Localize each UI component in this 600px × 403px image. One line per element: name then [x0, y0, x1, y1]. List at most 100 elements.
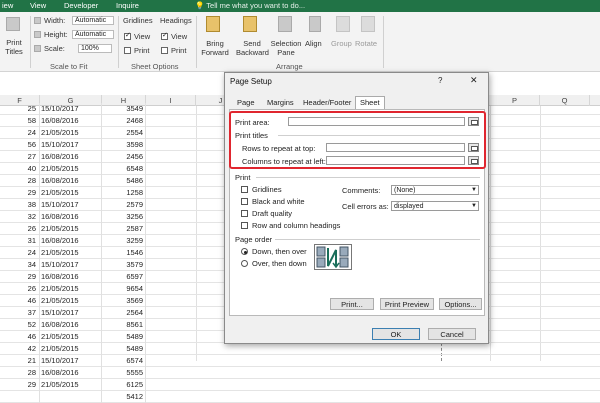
table-cell[interactable]: 6125 [102, 379, 146, 391]
table-cell[interactable]: 5489 [102, 343, 146, 355]
table-cell[interactable]: 5412 [102, 391, 146, 403]
tab-page[interactable]: Page [233, 97, 259, 108]
table-cell[interactable]: 16/08/2016 [40, 271, 102, 283]
table-cell[interactable]: 52 [0, 319, 40, 331]
over-then-down-radio[interactable] [241, 260, 248, 267]
table-cell[interactable]: 8561 [102, 319, 146, 331]
down-then-over-radio[interactable] [241, 248, 248, 255]
send-backward-button[interactable]: Send Backward [236, 39, 269, 57]
table-cell[interactable]: 26 [0, 223, 40, 235]
table-cell[interactable]: 21/05/2015 [40, 295, 102, 307]
table-cell[interactable]: 5489 [102, 331, 146, 343]
table-cell[interactable]: 2456 [102, 151, 146, 163]
table-cell[interactable]: 29 [0, 187, 40, 199]
table-cell[interactable]: 31 [0, 235, 40, 247]
tell-me-box[interactable]: 💡 Tell me what you want to do... [195, 1, 305, 10]
table-cell[interactable]: 26 [0, 283, 40, 295]
table-cell[interactable]: 46 [0, 331, 40, 343]
table-cell[interactable]: 3579 [102, 259, 146, 271]
table-cell[interactable]: 15/10/2017 [40, 355, 102, 367]
table-cell[interactable]: 9654 [102, 283, 146, 295]
table-cell[interactable]: 29 [0, 271, 40, 283]
print-titles-button[interactable]: Print Titles [2, 38, 26, 56]
gridlines-view-checkbox[interactable] [124, 31, 131, 40]
table-cell[interactable]: 15/10/2017 [40, 199, 102, 211]
table-cell[interactable]: 2554 [102, 127, 146, 139]
row-col-headings-checkbox[interactable] [241, 222, 248, 229]
cancel-button[interactable]: Cancel [428, 328, 476, 340]
table-cell[interactable]: 38 [0, 199, 40, 211]
table-cell[interactable]: 21/05/2015 [40, 283, 102, 295]
table-cell[interactable]: 3569 [102, 295, 146, 307]
align-button[interactable]: Align [305, 39, 322, 48]
table-cell[interactable] [0, 391, 40, 403]
table-cell[interactable]: 56 [0, 139, 40, 151]
table-cell[interactable]: 58 [0, 115, 40, 127]
table-cell[interactable]: 40 [0, 163, 40, 175]
table-cell[interactable]: 42 [0, 343, 40, 355]
table-cell[interactable]: 37 [0, 307, 40, 319]
close-button[interactable]: ✕ [470, 75, 478, 86]
table-cell[interactable] [40, 391, 102, 403]
table-cell[interactable]: 6597 [102, 271, 146, 283]
table-cell[interactable]: 32 [0, 211, 40, 223]
table-cell[interactable]: 21/05/2015 [40, 343, 102, 355]
table-cell[interactable]: 1258 [102, 187, 146, 199]
table-cell[interactable]: 28 [0, 367, 40, 379]
table-cell[interactable]: 27 [0, 151, 40, 163]
table-cell[interactable]: 21/05/2015 [40, 331, 102, 343]
tab-sheet[interactable]: Sheet [355, 96, 385, 109]
selection-pane-button[interactable]: Selection Pane [270, 39, 302, 57]
table-cell[interactable]: 2564 [102, 307, 146, 319]
width-combo[interactable]: Automatic [72, 16, 114, 25]
table-cell[interactable]: 16/08/2016 [40, 211, 102, 223]
table-cell[interactable]: 15/10/2017 [40, 307, 102, 319]
table-cell[interactable]: 16/08/2016 [40, 319, 102, 331]
height-combo[interactable]: Automatic [72, 30, 114, 39]
headings-view-checkbox[interactable] [161, 31, 168, 40]
table-cell[interactable]: 28 [0, 175, 40, 187]
table-cell[interactable]: 2587 [102, 223, 146, 235]
table-cell[interactable]: 16/08/2016 [40, 151, 102, 163]
table-cell[interactable]: 15/10/2017 [40, 103, 102, 115]
table-cell[interactable]: 3598 [102, 139, 146, 151]
menu-developer[interactable]: Developer [64, 1, 98, 10]
bring-forward-button[interactable]: Bring Forward [200, 39, 230, 57]
table-cell[interactable]: 3256 [102, 211, 146, 223]
menu-inquire[interactable]: Inquire [116, 1, 139, 10]
table-cell[interactable]: 25 [0, 103, 40, 115]
table-cell[interactable]: 1546 [102, 247, 146, 259]
gridlines-checkbox[interactable] [241, 186, 248, 193]
group-button[interactable]: Group [331, 39, 352, 48]
table-cell[interactable]: 21/05/2015 [40, 247, 102, 259]
table-cell[interactable]: 3259 [102, 235, 146, 247]
table-cell[interactable]: 21/05/2015 [40, 223, 102, 235]
table-cell[interactable]: 21/05/2015 [40, 127, 102, 139]
table-cell[interactable]: 3549 [102, 103, 146, 115]
table-cell[interactable]: 46 [0, 295, 40, 307]
table-cell[interactable]: 5486 [102, 175, 146, 187]
table-cell[interactable]: 29 [0, 379, 40, 391]
table-cell[interactable]: 2579 [102, 199, 146, 211]
scale-spinner[interactable]: 100% [78, 44, 112, 53]
black-white-checkbox[interactable] [241, 198, 248, 205]
table-cell[interactable]: 5555 [102, 367, 146, 379]
table-cell[interactable]: 16/08/2016 [40, 175, 102, 187]
table-cell[interactable]: 15/10/2017 [40, 259, 102, 271]
table-cell[interactable]: 16/08/2016 [40, 367, 102, 379]
headings-print-checkbox[interactable] [161, 47, 168, 54]
menu-view[interactable]: View [30, 1, 46, 10]
table-cell[interactable]: 16/08/2016 [40, 235, 102, 247]
table-cell[interactable]: 34 [0, 259, 40, 271]
table-cell[interactable]: 6574 [102, 355, 146, 367]
ok-button[interactable]: OK [372, 328, 420, 340]
table-cell[interactable]: 21 [0, 355, 40, 367]
tab-header-footer[interactable]: Header/Footer [299, 97, 355, 108]
menu-view-partial[interactable]: iew [2, 1, 13, 10]
table-cell[interactable]: 21/05/2015 [40, 163, 102, 175]
rotate-button[interactable]: Rotate [355, 39, 377, 48]
draft-quality-checkbox[interactable] [241, 210, 248, 217]
table-cell[interactable]: 6548 [102, 163, 146, 175]
table-cell[interactable]: 15/10/2017 [40, 139, 102, 151]
tab-margins[interactable]: Margins [263, 97, 298, 108]
